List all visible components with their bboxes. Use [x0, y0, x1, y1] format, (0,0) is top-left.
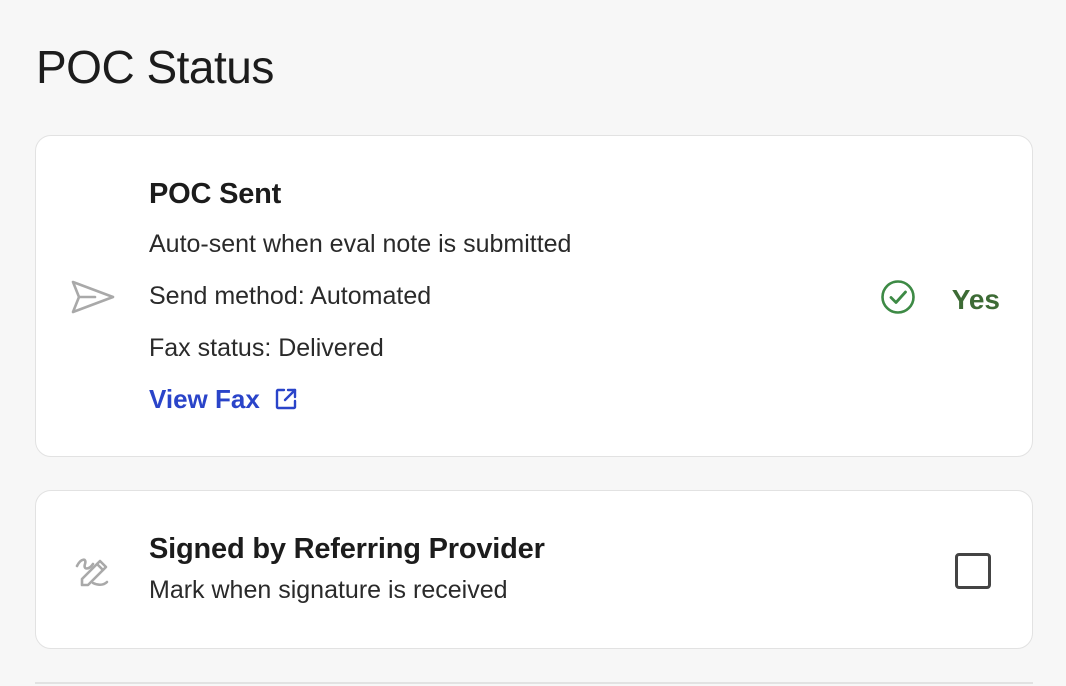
poc-sent-title: POC Sent: [149, 178, 282, 210]
signature-icon: [72, 551, 112, 591]
external-link-icon: [274, 387, 298, 411]
send-icon: [70, 277, 116, 317]
fax-status-text: Fax status: Delivered: [149, 334, 384, 362]
poc-sent-card: POC Sent Auto-sent when eval note is sub…: [35, 135, 1033, 457]
check-circle-icon: [880, 279, 916, 320]
signed-details: Signed by Referring Provider Mark when s…: [149, 531, 545, 605]
bottom-divider: [35, 682, 1033, 684]
status-yes-label: Yes: [951, 283, 1000, 315]
view-fax-link[interactable]: View Fax: [149, 383, 298, 415]
signed-title: Signed by Referring Provider: [149, 533, 545, 565]
auto-sent-text: Auto-sent when eval note is submitted: [149, 230, 572, 258]
page-title: POC Status: [36, 41, 274, 93]
poc-sent-status: Yes: [880, 279, 1000, 320]
signed-checkbox[interactable]: [955, 553, 991, 589]
poc-status-page: POC Status POC Sent Auto-sent when eval …: [0, 0, 1066, 686]
send-method-text: Send method: Automated: [149, 282, 432, 310]
signed-by-provider-card: Signed by Referring Provider Mark when s…: [35, 490, 1033, 649]
signed-subtitle: Mark when signature is received: [149, 576, 508, 604]
view-fax-label: View Fax: [149, 384, 260, 414]
poc-sent-details: POC Sent Auto-sent when eval note is sub…: [149, 176, 571, 415]
